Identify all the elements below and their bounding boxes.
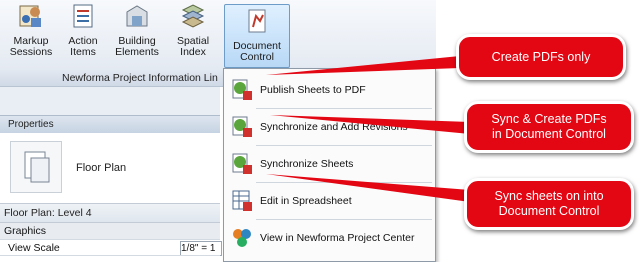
view-scale-label: View Scale bbox=[8, 242, 60, 254]
action-items-button[interactable]: Action Items bbox=[60, 2, 106, 68]
level-label: Floor Plan: Level 4 bbox=[4, 207, 92, 219]
callout-create-pdfs: Create PDFs only bbox=[456, 34, 626, 80]
callout-sync-sheets: Sync sheets on into Document Control bbox=[464, 178, 634, 230]
sync-sheets-icon bbox=[232, 153, 252, 174]
menu-item-publish-sheets[interactable]: Publish Sheets to PDF bbox=[224, 73, 435, 107]
publish-pdf-icon bbox=[232, 79, 252, 100]
action-label-2: Items bbox=[70, 46, 96, 58]
building-elements-button[interactable]: Building Elements bbox=[110, 2, 164, 68]
floor-plan-icon bbox=[10, 141, 62, 193]
palette-gap bbox=[0, 87, 220, 115]
view-scale-row: View Scale 1/8" = 1 bbox=[0, 239, 222, 256]
properties-title: Properties bbox=[8, 119, 54, 130]
callout-text: Create PDFs only bbox=[491, 49, 591, 64]
properties-header: Properties bbox=[0, 115, 220, 134]
graphics-group-header[interactable]: Graphics bbox=[0, 223, 220, 239]
document-control-button[interactable]: Document Control bbox=[224, 4, 290, 68]
ribbon: Markup Sessions Action Items Building El… bbox=[0, 0, 436, 71]
document-label-2: Control bbox=[240, 51, 274, 63]
menu-item-label: Publish Sheets to PDF bbox=[260, 84, 366, 96]
menu-item-label: Edit in Spreadsheet bbox=[260, 195, 352, 207]
callout-text-line2: Document Control bbox=[498, 204, 600, 218]
callout-sync-create-pdfs: Sync & Create PDFs in Document Control bbox=[464, 101, 634, 153]
graphics-label: Graphics bbox=[4, 225, 47, 237]
menu-item-sync-add-revisions[interactable]: Synchronize and Add Revisions bbox=[224, 110, 435, 144]
menu-item-view-project-center[interactable]: View in Newforma Project Center bbox=[224, 221, 435, 255]
spatial-index-button[interactable]: Spatial Index bbox=[168, 2, 218, 68]
document-control-menu: Publish Sheets to PDF Synchronize and Ad… bbox=[223, 68, 436, 262]
menu-separator bbox=[256, 108, 432, 109]
spatial-index-icon bbox=[181, 4, 205, 28]
markup-label-2: Sessions bbox=[9, 46, 53, 58]
sync-revisions-icon bbox=[232, 116, 252, 137]
menu-item-label: View in Newforma Project Center bbox=[260, 232, 415, 244]
view-instance-selector[interactable]: Floor Plan: Level 4 bbox=[0, 204, 220, 223]
menu-item-label: Synchronize Sheets bbox=[260, 158, 354, 170]
menu-item-sync-sheets[interactable]: Synchronize Sheets bbox=[224, 147, 435, 181]
view-scale-field[interactable]: 1/8" = 1 bbox=[180, 241, 222, 256]
menu-separator bbox=[256, 182, 432, 183]
spatial-label-2: Index bbox=[180, 46, 206, 58]
building-elements-icon bbox=[126, 5, 148, 27]
project-center-icon bbox=[233, 229, 251, 247]
action-items-icon bbox=[73, 4, 93, 28]
panel-title-text: Newforma Project Information Lin bbox=[62, 72, 218, 84]
markup-sessions-button[interactable]: Markup Sessions bbox=[4, 2, 58, 68]
document-control-icon bbox=[248, 9, 266, 33]
callout-text-line1: Sync sheets on into bbox=[494, 189, 604, 203]
next-property-row bbox=[0, 255, 220, 261]
menu-item-label: Synchronize and Add Revisions bbox=[260, 121, 408, 133]
menu-separator bbox=[256, 145, 432, 146]
markup-sessions-icon bbox=[19, 5, 41, 27]
spreadsheet-icon bbox=[232, 190, 252, 211]
callout-text-line2: in Document Control bbox=[492, 127, 606, 141]
type-name: Floor Plan bbox=[76, 162, 127, 174]
type-selector[interactable]: Floor Plan bbox=[0, 133, 220, 204]
building-label-2: Elements bbox=[115, 46, 159, 58]
callout-text-line1: Sync & Create PDFs bbox=[491, 112, 607, 126]
menu-separator bbox=[256, 219, 432, 220]
menu-item-edit-spreadsheet[interactable]: Edit in Spreadsheet bbox=[224, 184, 435, 218]
